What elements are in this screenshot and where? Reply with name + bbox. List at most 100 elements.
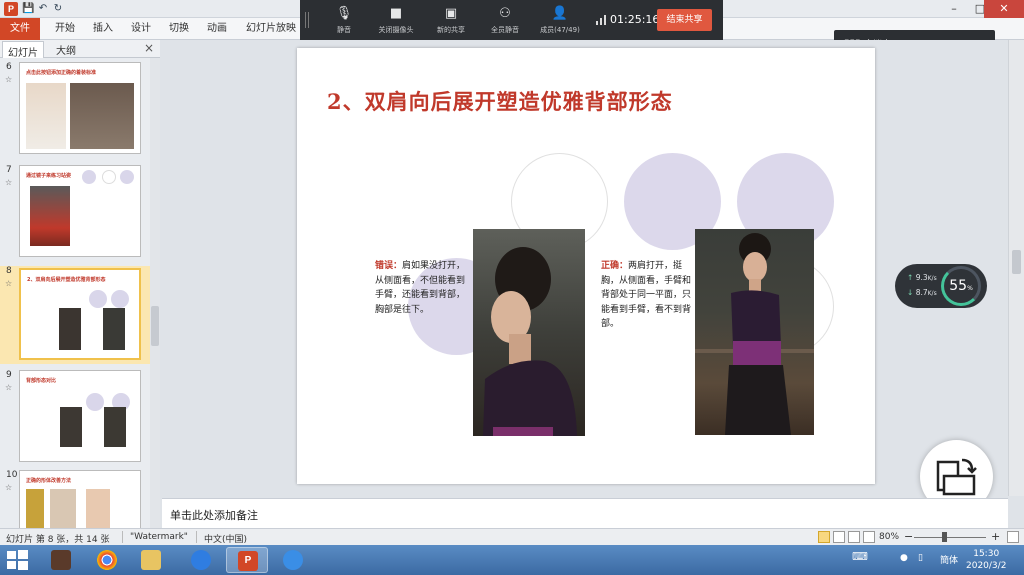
slide-thumbnail-9[interactable]: 9 ☆ 背部形态对比 <box>0 370 150 466</box>
thumbnail-decoration <box>82 170 96 184</box>
correct-description: 两肩打开，挺胸，从侧面看，手臂和背部处于同一平面，只能看到手臂，看不到背部。 <box>601 261 692 329</box>
slide-thumbnail-10[interactable]: 10 ☆ 正确的形体改善方法 <box>0 470 150 528</box>
save-icon[interactable]: 💾 <box>22 3 34 15</box>
close-panel-icon[interactable]: × <box>144 41 154 55</box>
tab-slides[interactable]: 幻灯片 <box>2 41 44 59</box>
current-slide[interactable]: 2、双肩向后展开塑造优雅背部形态 错误：肩如果没打开，从侧面看，不但能看到手臂，… <box>297 48 875 484</box>
thumbnail-photo <box>70 83 134 149</box>
taskbar-app-media[interactable] <box>40 547 82 573</box>
zoom-slider[interactable] <box>914 537 986 538</box>
theme-name[interactable]: "Watermark" <box>130 532 188 542</box>
tab-transitions[interactable]: 切换 <box>166 18 192 40</box>
upload-unit: K/s <box>927 275 937 282</box>
star-icon: ☆ <box>5 383 13 392</box>
new-share-label: 新的共享 <box>437 26 465 34</box>
reading-view-button[interactable] <box>848 531 860 543</box>
thumbnail-photo <box>26 489 44 528</box>
thumbnail-scrollbar[interactable] <box>150 58 160 528</box>
upload-arrow-icon: ↑ <box>907 273 914 282</box>
download-value: 8.7 <box>915 288 928 297</box>
taskbar-app-pointer[interactable] <box>272 547 314 573</box>
taskbar-app-chrome[interactable] <box>86 547 128 573</box>
thumbnail-photo <box>60 407 82 447</box>
slide-thumbnail-7[interactable]: 7 ☆ 通过镜子来练习站姿 <box>0 165 150 261</box>
slide-title[interactable]: 2、双肩向后展开塑造优雅背部形态 <box>327 86 673 116</box>
notes-placeholder[interactable]: 单击此处添加备注 <box>170 507 258 523</box>
powerpoint-logo-icon: P <box>4 2 18 16</box>
photo-app-icon <box>51 550 71 570</box>
correct-posture-photo[interactable] <box>695 229 814 435</box>
divider <box>122 531 123 543</box>
chrome-icon <box>97 550 117 570</box>
tab-animations[interactable]: 动画 <box>204 18 230 40</box>
normal-view-button[interactable] <box>818 531 830 543</box>
zoom-level[interactable]: 80% <box>879 532 899 542</box>
minimize-button[interactable]: – <box>940 0 968 18</box>
system-clock[interactable]: 15:30 2020/3/2 <box>966 548 1006 572</box>
location-app-icon <box>283 550 303 570</box>
thumbnail-photo <box>50 489 76 528</box>
woman-side-profile-image <box>483 247 577 436</box>
thumbnail-preview: 通过镜子来练习站姿 <box>19 165 141 257</box>
tab-insert[interactable]: 插入 <box>90 18 116 40</box>
download-unit: K/s <box>927 290 937 297</box>
zoom-slider-knob[interactable] <box>942 532 947 542</box>
language-indicator[interactable]: 中文(中国) <box>204 532 247 545</box>
clock-date: 2020/3/2 <box>966 561 1007 571</box>
network-speed-widget[interactable]: ↑ 9.3K/s ↓ 8.7K/s 55% <box>895 264 987 308</box>
tab-file[interactable]: 文件 <box>0 18 40 40</box>
zoom-in-button[interactable]: + <box>991 530 1000 543</box>
wrong-posture-photo[interactable] <box>473 229 585 436</box>
usage-percent: 55 <box>949 278 968 294</box>
correct-posture-text[interactable]: 正确：两肩打开，挺胸，从侧面看，手臂和背部处于同一平面，只能看到手臂，看不到背部… <box>601 259 695 332</box>
thumbnail-photo <box>26 83 66 149</box>
slide-thumbnail-6[interactable]: 6 ☆ 点击此按钮添加正确的着装标准 <box>0 62 150 158</box>
zoom-out-button[interactable]: − <box>904 530 913 543</box>
new-share-button[interactable]: ▣ 新的共享 <box>421 6 481 35</box>
wrong-posture-text[interactable]: 错误：肩如果没打开，从侧面看，不但能看到手臂，还能看到背部，胸部是往下。 <box>375 259 469 317</box>
windows-start-icon[interactable] <box>4 548 30 572</box>
thumbnail-decoration <box>89 290 107 308</box>
camera-label: 关闭摄像头 <box>378 26 414 34</box>
keyboard-icon[interactable]: ⌨ <box>852 550 868 563</box>
thumbnail-preview: 2、双肩向后展开塑造优雅背部形态 <box>19 268 141 360</box>
usage-gauge: 55% <box>941 266 981 306</box>
mute-all-button[interactable]: ⚇ 全员静音 <box>475 6 535 35</box>
members-button[interactable]: 👤 成员(47/49) <box>530 6 590 35</box>
taskbar-app-explorer[interactable] <box>130 547 172 573</box>
tab-slideshow[interactable]: 幻灯片放映 <box>244 18 298 40</box>
tab-home[interactable]: 开始 <box>52 18 78 40</box>
scrollbar-thumb[interactable] <box>1012 250 1021 274</box>
input-language[interactable]: 簡体 <box>940 553 958 566</box>
fit-to-window-button[interactable] <box>1007 531 1019 543</box>
slide-thumbnail-8[interactable]: 8 ☆ 2、双肩向后展开塑造优雅背部形态 <box>0 266 150 364</box>
meeting-toolbar: 🎙 静音 ■ 关闭摄像头 ▣ 新的共享 ⚇ 全员静音 👤 成员(47/49) 0… <box>300 0 723 40</box>
members-icon: 👤 <box>551 6 569 21</box>
status-bar: 幻灯片 第 8 张，共 14 张 "Watermark" 中文(中国) 80% … <box>0 528 1024 545</box>
scrollbar-thumb[interactable] <box>151 306 159 346</box>
tab-design[interactable]: 设计 <box>128 18 154 40</box>
camera-off-button[interactable]: ■ 关闭摄像头 <box>366 6 426 35</box>
windows-taskbar: P ⌨ ● ▯ 簡体 15:30 2020/3/2 <box>0 545 1024 575</box>
redo-icon[interactable]: ↻ <box>52 3 64 15</box>
thumbnail-photo <box>86 489 110 528</box>
end-share-button[interactable]: 结束共享 <box>657 9 712 31</box>
signal-icon <box>596 15 606 25</box>
toolbar-grip-handle[interactable] <box>305 12 309 28</box>
undo-icon[interactable]: ↶ <box>37 3 49 15</box>
panel-tabs: 幻灯片 大纲 × <box>0 40 160 59</box>
editor-scrollbar[interactable] <box>1008 40 1024 496</box>
thumbnail-photo <box>30 186 70 246</box>
tray-app-icon[interactable]: ● <box>900 553 908 563</box>
taskbar-app-meeting[interactable] <box>180 547 222 573</box>
members-label: 成员(47/49) <box>540 26 580 34</box>
notes-pane[interactable]: 单击此处添加备注 <box>162 498 1008 528</box>
slide-sorter-button[interactable] <box>833 531 845 543</box>
tab-outline[interactable]: 大纲 <box>56 42 76 57</box>
taskbar-app-powerpoint[interactable]: P <box>226 547 268 573</box>
wrong-label: 错误： <box>375 261 403 271</box>
slideshow-button[interactable] <box>863 531 875 543</box>
close-button[interactable]: ✕ <box>984 0 1024 18</box>
network-icon[interactable]: ▯ <box>918 553 923 563</box>
mute-button[interactable]: 🎙 静音 <box>314 6 374 35</box>
